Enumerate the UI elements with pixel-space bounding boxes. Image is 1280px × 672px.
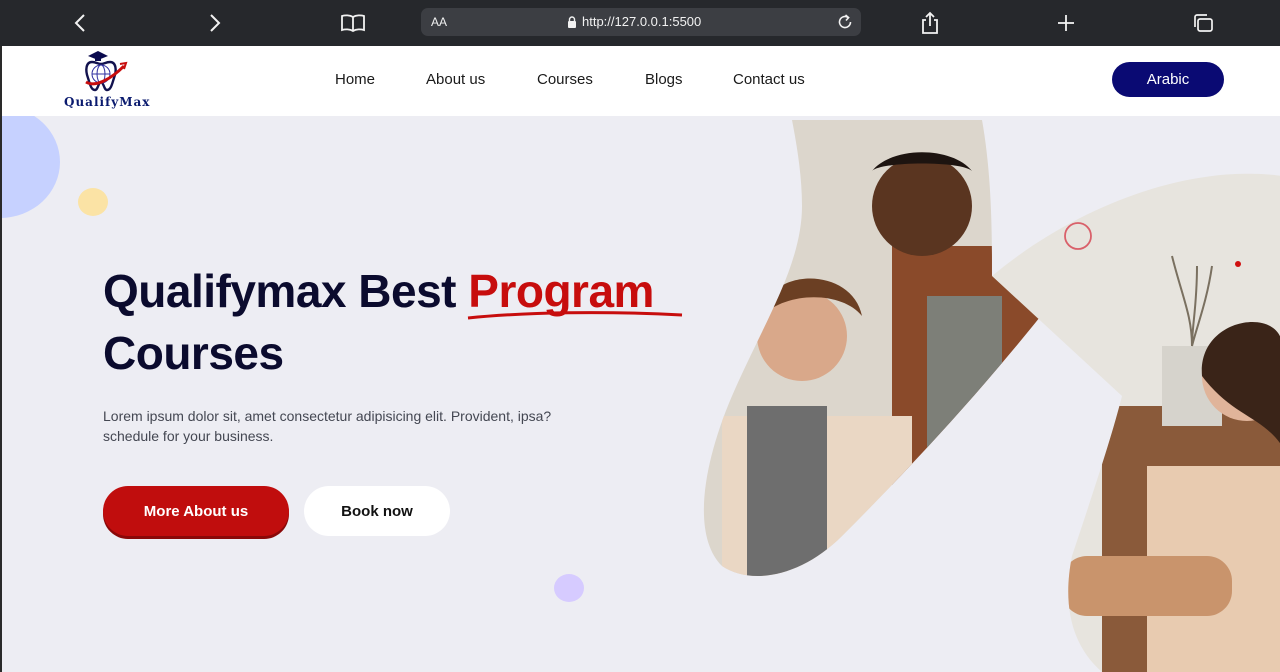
decor-yellow-dot [78,188,108,216]
reader-book-icon [341,14,365,33]
hero-section: Qualifymax Best Program Courses Lorem ip… [0,116,1280,672]
share-button[interactable] [914,0,946,46]
logo-tooth-globe-icon [85,51,128,92]
hero-title: Qualifymax Best Program Courses [103,260,683,384]
address-bar[interactable]: AA http://127.0.0.1:5500 [421,8,861,36]
nav-about-us[interactable]: About us [426,71,485,88]
hero-description-line2: schedule for your business. [103,428,274,444]
hero-title-line2: Courses [103,327,284,379]
hero-description-line1: Lorem ipsum dolor sit, amet consectetur … [103,408,552,424]
hero-photo [703,120,1280,672]
hero-title-part1: Qualifymax Best [103,265,469,317]
forward-arrow-icon [210,14,221,32]
hero-title-accent: Program [468,265,683,320]
more-about-us-button[interactable]: More About us [103,486,289,536]
url-display[interactable]: http://127.0.0.1:5500 [567,8,701,36]
back-arrow-icon [74,14,85,32]
forward-button[interactable] [199,0,231,46]
reload-icon [838,14,852,29]
tabs-overview-icon [1194,14,1213,32]
decor-purple-dot [554,574,584,602]
nav-contact-us[interactable]: Contact us [733,71,805,88]
underline-swoosh-decor [468,311,683,320]
url-text: http://127.0.0.1:5500 [582,14,702,29]
tabs-overview-button[interactable] [1187,0,1219,46]
share-icon [922,11,938,34]
hero-description: Lorem ipsum dolor sit, amet consectetur … [103,406,643,446]
text-size-button[interactable]: AA [431,8,447,36]
nav-courses[interactable]: Courses [537,71,593,88]
decor-blue-circle [2,116,60,218]
lock-icon [568,16,576,28]
back-button[interactable] [64,0,96,46]
browser-toolbar: AA http://127.0.0.1:5500 [0,0,1280,46]
logo-wordmark: QualifyMax [64,95,151,109]
nav-home[interactable]: Home [335,71,375,88]
new-tab-plus-icon [1058,15,1074,31]
nav-blogs[interactable]: Blogs [645,71,683,88]
arabic-language-button[interactable]: Arabic [1112,62,1224,97]
reload-button[interactable] [835,12,855,32]
site-header: QualifyMax Home About us Courses Blogs C… [0,46,1280,116]
new-tab-button[interactable] [1050,0,1082,46]
reader-button[interactable] [336,0,370,46]
book-now-button[interactable]: Book now [304,486,450,536]
